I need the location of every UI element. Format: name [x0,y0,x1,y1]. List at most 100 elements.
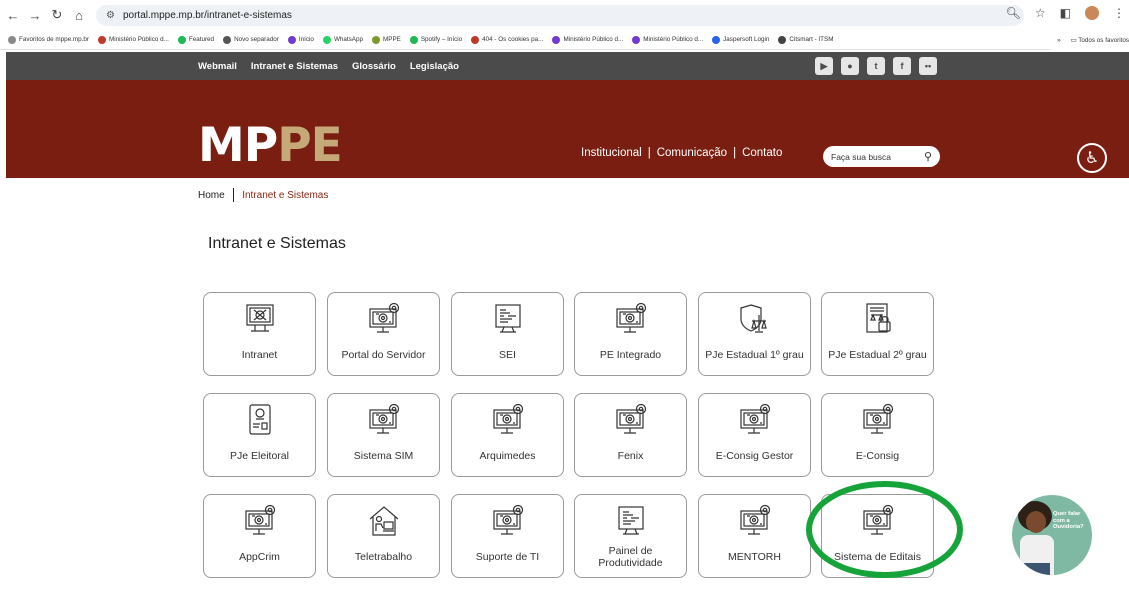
page-title: Intranet e Sistemas [208,235,346,252]
bookmark-item[interactable]: Início [287,35,314,44]
tile-label: Suporte de TI [475,551,540,564]
header-nav-link[interactable]: Institucional [581,147,642,159]
breadcrumb-home[interactable]: Home [198,190,225,201]
bookmark-item[interactable]: Ministério Público d... [632,35,703,44]
monitor-gear-icon [575,301,686,339]
address-bar[interactable]: ⚙ portal.mppe.mp.br/intranet-e-sistemas [96,5,1024,26]
site-header: MPPE Institucional | Comunicação | Contato F… [6,80,1129,178]
bookmark-item[interactable]: Spotify – Início [409,35,462,44]
system-tile[interactable]: Teletrabalho [327,494,440,578]
tile-label: E-Consig Gestor [715,450,794,463]
forward-icon[interactable]: → [26,6,44,24]
site-topbar: Webmail Intranet e Sistemas Glossário Legis… [6,52,1129,80]
system-tile[interactable]: Intranet [203,292,316,376]
system-tile[interactable]: E-Consig [821,393,934,477]
topbar-link[interactable]: Legislação [410,61,459,72]
ouvidoria-label: Quer falar com a Ouvidoria? [1053,511,1084,531]
shield-scales-icon [699,301,810,339]
sidepanel-icon[interactable]: ◧ [1060,6,1071,20]
system-tile[interactable]: PJe Estadual 2º grau [821,292,934,376]
more-bookmarks-button[interactable]: » [1057,37,1061,44]
bookmarks-bar: Favoritos de mppe.mp.br Ministério Públic… [0,30,1129,50]
code-monitor-icon [452,301,563,339]
bookmark-icon [98,35,106,44]
bookmark-item[interactable]: Favoritos de mppe.mp.br [8,35,89,44]
tile-label: Sistema SIM [353,450,414,463]
bookmark-icon [778,35,787,44]
search-input[interactable]: Faça sua busca [831,152,924,162]
system-tile[interactable]: Arquimedes [451,393,564,477]
home-icon[interactable]: ⌂ [70,6,88,24]
youtube-icon[interactable]: ▶ [815,57,833,75]
topbar-link[interactable]: Glossário [352,61,396,72]
bookmark-icon [712,35,721,44]
header-nav-link[interactable]: Contato [742,147,782,159]
system-tile[interactable]: SEI [451,292,564,376]
bookmark-item[interactable]: Ministério Público d... [552,35,623,44]
twitter-icon[interactable]: t [867,57,885,75]
bookmark-item[interactable]: Novo separador [223,35,279,44]
topbar-link[interactable]: Intranet e Sistemas [251,61,338,72]
system-tile[interactable]: Portal do Servidor [327,292,440,376]
bookmark-item[interactable]: MPPE [372,35,401,44]
system-tile[interactable]: MENTORH [698,494,811,578]
bookmark-item[interactable]: Featured [177,35,214,44]
document-lock-icon [822,301,933,339]
system-tile[interactable]: PJe Estadual 1º grau [698,292,811,376]
bookmark-icon [552,35,561,44]
nav-divider: | [733,147,737,159]
system-tile[interactable]: Sistema de Editais [821,494,934,578]
bookmark-icon [372,35,380,44]
network-monitor-icon [204,301,315,339]
ouvidoria-button[interactable]: Quer falar com a Ouvidoria? [1012,495,1092,575]
bookmark-icon [8,35,16,44]
mppe-logo[interactable]: MPPE [198,122,343,169]
header-nav-link[interactable]: Comunicação [657,147,727,159]
bookmark-item[interactable]: Citsmart - ITSM [778,35,833,44]
flickr-icon[interactable]: •• [919,57,937,75]
zoom-icon[interactable]: 🔍︎ [1006,6,1021,20]
tile-label: Fenix [617,450,644,463]
site-info-icon[interactable]: ⚙ [106,10,115,21]
bookmark-icon [223,35,232,44]
menu-icon[interactable]: ⋮ [1113,6,1125,20]
tile-label: PE Integrado [599,349,662,362]
search-icon[interactable]: ⚲ [924,150,932,163]
reload-icon[interactable]: ↻ [48,6,66,24]
system-tile[interactable]: Suporte de TI [451,494,564,578]
search-field[interactable]: Faça sua busca ⚲ [823,146,940,167]
system-tile[interactable]: AppCrim [203,494,316,578]
monitor-gear-icon [452,503,563,541]
system-tile[interactable]: PJe Eleitoral [203,393,316,477]
bookmark-icon [287,35,296,44]
tile-label: Intranet [241,349,278,362]
tile-label: MENTORH [728,551,781,564]
system-tile[interactable]: Painel de Produtividade [574,494,687,578]
bookmark-icon [409,35,418,44]
monitor-gear-icon [328,402,439,440]
system-tile[interactable]: PE Integrado [574,292,687,376]
bookmark-item[interactable]: 404 - Os cookies pa... [471,35,543,44]
star-icon[interactable]: ☆ [1035,6,1046,20]
all-favorites-button[interactable]: ▭ Todos os favoritos [1071,37,1129,44]
bookmark-item[interactable]: WhatsApp [322,35,363,44]
monitor-gear-icon [699,402,810,440]
system-tile[interactable]: Fenix [574,393,687,477]
bookmark-item[interactable]: Jaspersoft Login [712,35,769,44]
code-monitor-icon [575,503,686,541]
system-tile[interactable]: E-Consig Gestor [698,393,811,477]
browser-toolbar: ← → ↻ ⌂ ⚙ portal.mppe.mp.br/intranet-e-s… [0,0,1129,30]
tile-label: Portal do Servidor [341,349,426,362]
back-icon[interactable]: ← [4,6,22,24]
accessibility-icon[interactable]: ♿︎ [1077,143,1107,173]
monitor-gear-icon [328,301,439,339]
bookmark-item[interactable]: Ministério Público d... [98,35,169,44]
topbar-link[interactable]: Webmail [198,61,237,72]
profile-avatar[interactable] [1085,6,1099,20]
system-tile[interactable]: Sistema SIM [327,393,440,477]
home-office-icon [328,503,439,541]
bookmark-icon [632,35,641,44]
facebook-icon[interactable]: f [893,57,911,75]
monitor-gear-icon [575,402,686,440]
instagram-icon[interactable]: ● [841,57,859,75]
